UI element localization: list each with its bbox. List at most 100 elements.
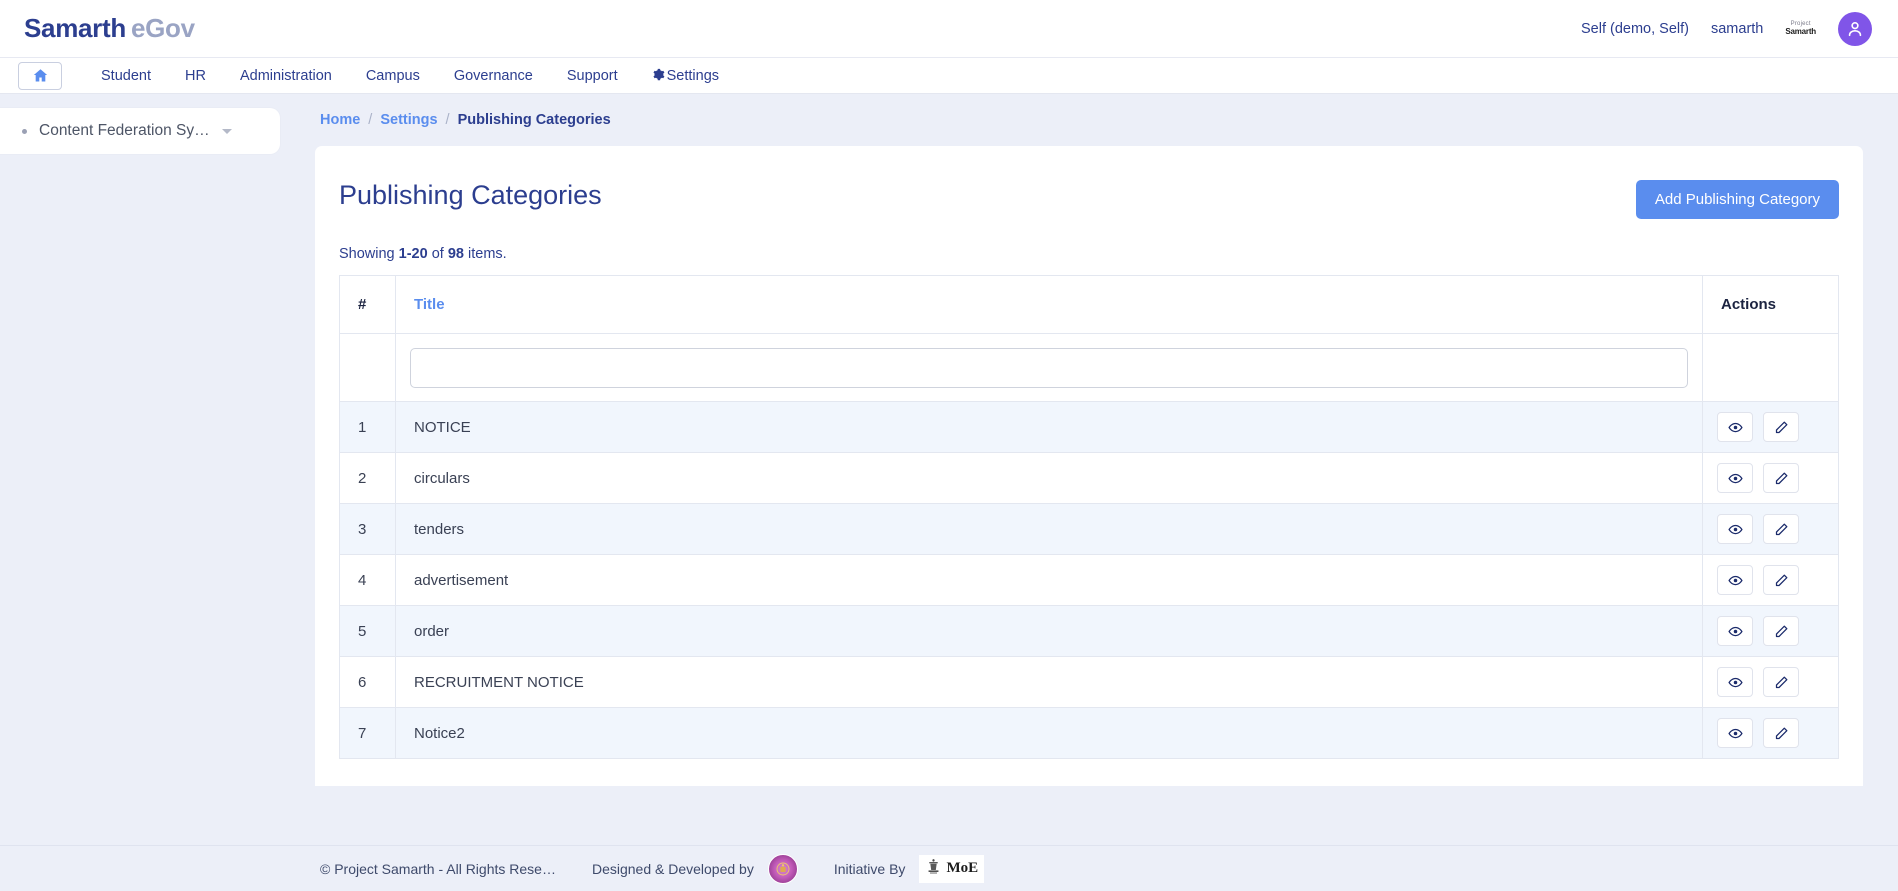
main-content: Home / Settings / Publishing Categories … (280, 94, 1898, 891)
table-header: # Title Actions (339, 275, 1839, 334)
brand-secondary-text: eGov (130, 13, 195, 43)
table-header-row: # Title Actions (339, 275, 1839, 334)
table-row: 5 order (339, 605, 1839, 657)
action-button-group (1717, 463, 1824, 493)
row-title: order (395, 605, 1703, 657)
page-footer: © Project Samarth - All Rights Rese… Des… (0, 845, 1898, 891)
pencil-icon[interactable] (1763, 718, 1799, 748)
nav-item-settings[interactable]: Settings (635, 68, 736, 84)
pencil-icon[interactable] (1763, 667, 1799, 697)
pencil-icon[interactable] (1763, 616, 1799, 646)
action-button-group (1717, 412, 1824, 442)
moe-emblem-icon: MoE (919, 854, 985, 883)
chevron-down-icon[interactable] (221, 128, 232, 134)
table-row: 4 advertisement (339, 554, 1839, 606)
pencil-icon[interactable] (1763, 412, 1799, 442)
row-title: RECRUITMENT NOTICE (395, 656, 1703, 708)
row-actions (1702, 554, 1839, 606)
breadcrumb: Home / Settings / Publishing Categories (315, 94, 1863, 146)
mini-logo-line2: Samarth (1785, 27, 1816, 36)
row-number: 3 (339, 503, 396, 555)
showing-mid: of (427, 246, 448, 262)
nav-label: Campus (365, 67, 420, 84)
breadcrumb-current: Publishing Categories (457, 112, 611, 128)
row-number: 6 (339, 656, 396, 708)
items-count-text: Showing 1-20 of 98 items. (339, 246, 1839, 262)
nav-label: Administration (239, 67, 332, 84)
eye-icon[interactable] (1717, 565, 1753, 595)
page-body: Content Federation Sy… Home / Settings /… (0, 94, 1898, 891)
nav-item-hr[interactable]: HR (168, 68, 223, 84)
column-header-title[interactable]: Title (395, 275, 1703, 334)
showing-suffix: items. (463, 246, 507, 262)
pencil-icon[interactable] (1763, 514, 1799, 544)
filter-cell-title (395, 333, 1703, 402)
sidebar-item-content-federation-system[interactable]: Content Federation Sy… (0, 108, 280, 154)
breadcrumb-separator: / (368, 112, 373, 128)
row-number: 7 (339, 707, 396, 759)
filter-cell-number (339, 333, 396, 402)
role-switch-link[interactable]: Self (demo, Self) (1581, 21, 1689, 37)
row-number: 2 (339, 452, 396, 504)
user-avatar-icon[interactable] (1838, 11, 1872, 46)
nav-item-campus[interactable]: Campus (349, 68, 437, 84)
eye-icon[interactable] (1717, 412, 1753, 442)
eye-icon[interactable] (1717, 514, 1753, 544)
sidebar-item-label: Content Federation Sy… (39, 122, 210, 139)
sidebar: Content Federation Sy… (0, 94, 280, 154)
column-header-number: # (339, 275, 396, 334)
action-button-group (1717, 667, 1824, 697)
add-publishing-category-button[interactable]: Add Publishing Category (1635, 180, 1839, 219)
table-row: 1 NOTICE (339, 401, 1839, 453)
row-title: NOTICE (395, 401, 1703, 453)
main-navigation-bar: Student HR Administration Campus Governa… (0, 58, 1898, 94)
bullet-dot-icon (22, 128, 27, 134)
moe-label: MoE (946, 860, 979, 876)
breadcrumb-separator: / (445, 112, 450, 128)
header-right-group: Self (demo, Self) samarth Project Samart… (1581, 11, 1872, 46)
breadcrumb-settings[interactable]: Settings (380, 112, 437, 128)
eye-icon[interactable] (1717, 616, 1753, 646)
row-number: 4 (339, 554, 396, 606)
action-button-group (1717, 514, 1824, 544)
nav-item-student[interactable]: Student (84, 68, 168, 84)
filter-cell-actions (1702, 333, 1839, 402)
project-samarth-mini-logo: Project Samarth (1785, 21, 1816, 36)
action-button-group (1717, 616, 1824, 646)
panel-header: Publishing Categories Add Publishing Cat… (339, 180, 1839, 219)
nav-item-support[interactable]: Support (550, 68, 635, 84)
eye-icon[interactable] (1717, 667, 1753, 697)
pencil-icon[interactable] (1763, 463, 1799, 493)
brand-primary-text: Samarth (24, 13, 126, 43)
designed-by-label: Designed & Developed by (591, 860, 754, 877)
nav-item-administration[interactable]: Administration (223, 68, 349, 84)
table-filter-row (339, 333, 1839, 402)
table-body: 1 NOTICE 2 circulars 3 tenders 4 adverti… (339, 333, 1839, 759)
showing-range: 1-20 (398, 246, 428, 262)
breadcrumb-home[interactable]: Home (320, 112, 360, 128)
title-filter-input[interactable] (410, 347, 1688, 388)
eye-icon[interactable] (1717, 463, 1753, 493)
initiative-by-label: Initiative By (833, 860, 906, 877)
table-row: 2 circulars (339, 452, 1839, 504)
app-logo[interactable]: Samarth eGov (24, 13, 195, 44)
showing-prefix: Showing (339, 246, 399, 262)
home-icon[interactable] (18, 61, 62, 90)
pencil-icon[interactable] (1763, 565, 1799, 595)
row-actions (1702, 452, 1839, 504)
row-actions (1702, 656, 1839, 708)
nav-label: Student (101, 67, 151, 84)
table-row: 3 tenders (339, 503, 1839, 555)
designed-by-group: Designed & Developed by (591, 853, 798, 884)
row-number: 5 (339, 605, 396, 657)
row-title: Notice2 (395, 707, 1703, 759)
username-link[interactable]: samarth (1711, 21, 1763, 37)
row-actions (1702, 605, 1839, 657)
du-seal-icon (767, 853, 798, 884)
row-actions (1702, 503, 1839, 555)
nav-item-governance[interactable]: Governance (437, 68, 550, 84)
eye-icon[interactable] (1717, 718, 1753, 748)
row-title: circulars (395, 452, 1703, 504)
column-header-actions: Actions (1702, 275, 1839, 334)
action-button-group (1717, 565, 1824, 595)
